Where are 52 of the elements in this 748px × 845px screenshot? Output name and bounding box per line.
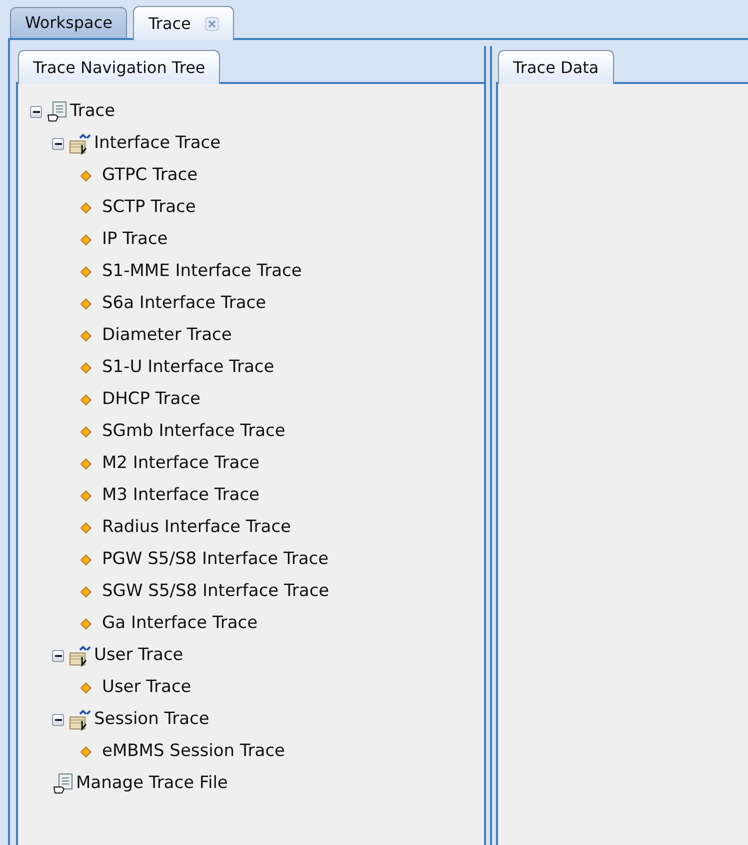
tree-item[interactable]: Radius Interface Trace [102, 515, 292, 541]
document-hand-icon [46, 101, 68, 123]
diamond-icon [80, 682, 92, 694]
tree-item[interactable]: Diameter Trace [102, 323, 232, 349]
tree-item[interactable]: User Trace [102, 675, 192, 701]
diamond-icon [80, 586, 92, 598]
diamond-icon [80, 266, 92, 278]
collapse-toggle[interactable] [52, 714, 64, 726]
tree-item[interactable]: S1-MME Interface Trace [102, 259, 302, 285]
tree-item[interactable]: eMBMS Session Trace [102, 739, 286, 765]
collapse-toggle[interactable] [30, 106, 42, 118]
diamond-icon [80, 554, 92, 566]
tree-item[interactable]: SGmb Interface Trace [102, 419, 286, 445]
tree-item[interactable]: Session Trace [94, 707, 210, 733]
tab[interactable]: Trace Navigation Tree [18, 50, 220, 84]
tree-item[interactable]: SCTP Trace [102, 195, 196, 221]
diamond-icon [80, 394, 92, 406]
tree-item[interactable]: S6a Interface Trace [102, 291, 266, 317]
diamond-icon [80, 234, 92, 246]
folder-arrows-icon [68, 133, 92, 155]
diamond-icon [80, 522, 92, 534]
diamond-icon [80, 426, 92, 438]
tree-item[interactable]: S1-U Interface Trace [102, 355, 274, 381]
collapse-toggle[interactable] [52, 138, 64, 150]
folder-arrows-icon [68, 645, 92, 667]
tree-item[interactable]: Manage Trace File [76, 771, 228, 797]
tree-item[interactable]: Trace [70, 99, 116, 125]
tree-item[interactable]: PGW S5/S8 Interface Trace [102, 547, 329, 573]
diamond-icon [80, 330, 92, 342]
tree-item[interactable]: M3 Interface Trace [102, 483, 260, 509]
tree-item[interactable]: SGW S5/S8 Interface Trace [102, 579, 330, 605]
tree-item[interactable]: DHCP Trace [102, 387, 200, 413]
tree-item[interactable]: GTPC Trace [102, 163, 198, 189]
diamond-icon [80, 298, 92, 310]
diamond-icon [80, 458, 92, 470]
diamond-icon [80, 746, 92, 758]
tree-item[interactable]: Interface Trace [94, 131, 221, 157]
tree-item[interactable]: User Trace [94, 643, 184, 669]
tree-item[interactable]: IP Trace [102, 227, 168, 253]
tab[interactable]: Trace Data [498, 50, 614, 84]
folder-arrows-icon [68, 709, 92, 731]
diamond-icon [80, 362, 92, 374]
diamond-icon [80, 490, 92, 502]
diamond-icon [80, 618, 92, 630]
tree-item[interactable]: M2 Interface Trace [102, 451, 260, 477]
diamond-icon [80, 170, 92, 182]
diamond-icon [80, 202, 92, 214]
tab[interactable]: Trace [133, 6, 234, 40]
document-hand-icon [52, 773, 74, 795]
collapse-toggle[interactable] [52, 650, 64, 662]
tree-item[interactable]: Ga Interface Trace [102, 611, 258, 637]
tab[interactable]: Workspace [10, 7, 128, 38]
